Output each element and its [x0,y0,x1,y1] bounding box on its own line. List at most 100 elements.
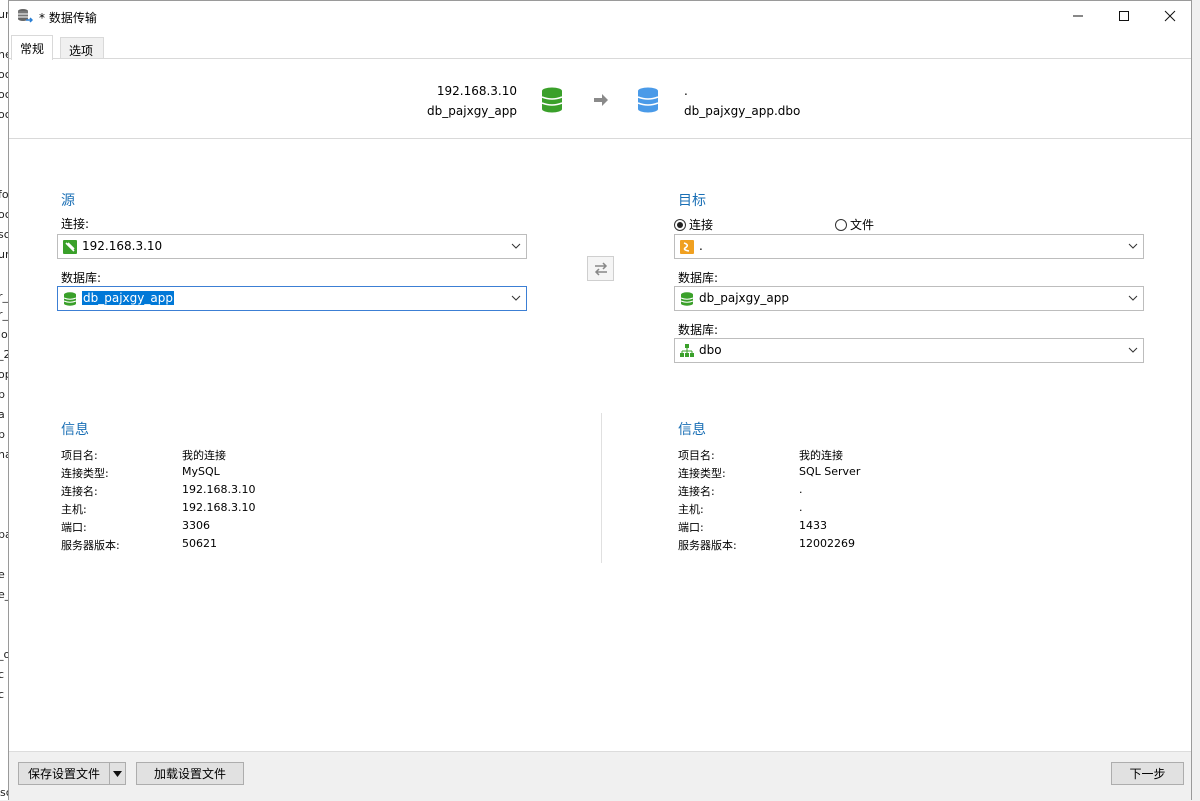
load-profile-button[interactable]: 加载设置文件 [136,762,244,785]
data-transfer-window: * 数据传输 常规 选项 192.168.3.10 db_pajxgy_app [8,0,1192,801]
source-connection-label: 连接: [61,217,90,231]
source-database-label: 数据库: [61,271,102,285]
bg-text: r_ [0,290,9,303]
source-database-select[interactable]: db_pajxgy_app [57,286,527,311]
chevron-down-icon [1128,347,1138,353]
bg-text: e [0,568,5,581]
maximize-button[interactable] [1101,1,1147,31]
tab-strip: 常规 选项 [9,35,1191,60]
source-info-key: 主机: [61,503,87,516]
source-info-value: 3306 [182,519,210,532]
source-info-value: 192.168.3.10 [182,501,256,514]
target-info-value: 我的连接 [799,449,843,462]
tab-general[interactable]: 常规 [11,35,54,60]
chevron-down-icon [1128,243,1138,249]
save-profile-button[interactable]: 保存设置文件 [18,762,126,785]
target-database-value: db_pajxgy_app [699,291,789,305]
database-green-icon [680,292,694,306]
target-info-value: . [799,483,803,496]
source-host-text: 192.168.3.10 [436,84,517,98]
target-info-key: 服务器版本: [678,539,737,552]
target-radio-connection[interactable]: 连接 [674,216,713,233]
mysql-connection-icon [63,240,77,254]
source-info-key: 端口: [61,521,87,534]
title-bar[interactable]: * 数据传输 [9,1,1191,31]
maximize-icon [1119,11,1129,21]
bg-text: r_ [0,308,9,321]
source-info-key: 项目名: [61,449,98,462]
source-info-value: 192.168.3.10 [182,483,256,496]
info-divider [601,413,602,563]
source-info-value: 我的连接 [182,449,226,462]
bg-text: a [0,408,5,421]
target-radio-file[interactable]: 文件 [835,216,874,233]
chevron-down-icon [1128,295,1138,301]
source-connection-select[interactable]: 192.168.3.10 [57,234,527,259]
window-title: * 数据传输 [39,11,97,25]
target-info-value: 12002269 [799,537,855,550]
target-schema-label: 数据库: [678,323,719,337]
source-database-value: db_pajxgy_app [82,291,174,305]
database-green-icon [63,292,77,306]
transfer-summary-header: 192.168.3.10 db_pajxgy_app . db_pajxgy_a… [9,59,1191,139]
bg-text: b [0,388,5,401]
dialog-footer: 保存设置文件 加载设置文件 下一步 [9,751,1191,801]
source-info-key: 服务器版本: [61,539,120,552]
target-database-select[interactable]: db_pajxgy_app [674,286,1144,311]
data-transfer-icon [18,9,33,23]
save-profile-label: 保存设置文件 [27,767,100,781]
arrow-right-icon [594,94,608,106]
database-stack-green-icon [541,87,563,113]
target-database-label: 数据库: [678,271,719,285]
source-section-title: 源 [61,193,75,209]
swap-button[interactable] [587,256,614,281]
close-button[interactable] [1147,1,1193,31]
source-info-key: 连接类型: [61,467,109,480]
target-radio-file-label: 文件 [850,218,875,232]
next-button[interactable]: 下一步 [1111,762,1184,785]
target-host-text: . [684,84,688,98]
target-info-value: 1433 [799,519,827,532]
bg-text: lo [0,328,8,341]
target-info-value: . [799,501,803,514]
sqlserver-connection-icon [680,240,694,254]
schema-tree-icon [680,344,694,357]
target-schema-select[interactable]: dbo [674,338,1144,363]
source-connection-value: 192.168.3.10 [82,239,163,253]
chevron-down-icon [511,243,521,249]
source-db-text: db_pajxgy_app [427,104,517,118]
target-radio-connection-label: 连接 [689,218,714,232]
source-info-title: 信息 [61,422,89,438]
radio-checked-icon [674,218,686,231]
target-info-key: 端口: [678,521,704,534]
target-info-key: 连接名: [678,485,715,498]
target-info-key: 项目名: [678,449,715,462]
minimize-icon [1073,15,1083,17]
target-db-text: db_pajxgy_app.dbo [684,104,801,118]
target-summary: . db_pajxgy_app.dbo [684,81,800,121]
database-stack-blue-icon [637,87,659,113]
target-info-title: 信息 [678,422,706,438]
bg-text: p [0,428,5,441]
chevron-down-icon [511,295,521,301]
target-info-value: SQL Server [799,465,861,478]
target-info-key: 连接类型: [678,467,726,480]
close-icon [1164,10,1176,22]
minimize-button[interactable] [1055,1,1101,31]
target-schema-value: dbo [699,343,722,357]
bg-text: c [0,668,5,681]
target-connection-value: . [699,239,703,253]
caret-down-icon [113,770,122,777]
swap-arrows-icon [594,261,607,276]
target-section-title: 目标 [678,193,706,209]
radio-unchecked-icon [835,218,847,231]
save-profile-dropdown[interactable] [109,763,125,784]
source-info-value: MySQL [182,465,220,478]
target-connection-select[interactable]: . [674,234,1144,259]
target-info-key: 主机: [678,503,704,516]
bg-text: c [0,688,5,701]
source-info-key: 连接名: [61,485,98,498]
source-info-value: 50621 [182,537,217,550]
source-summary: 192.168.3.10 db_pajxgy_app [427,81,517,121]
tab-options[interactable]: 选项 [60,37,104,59]
